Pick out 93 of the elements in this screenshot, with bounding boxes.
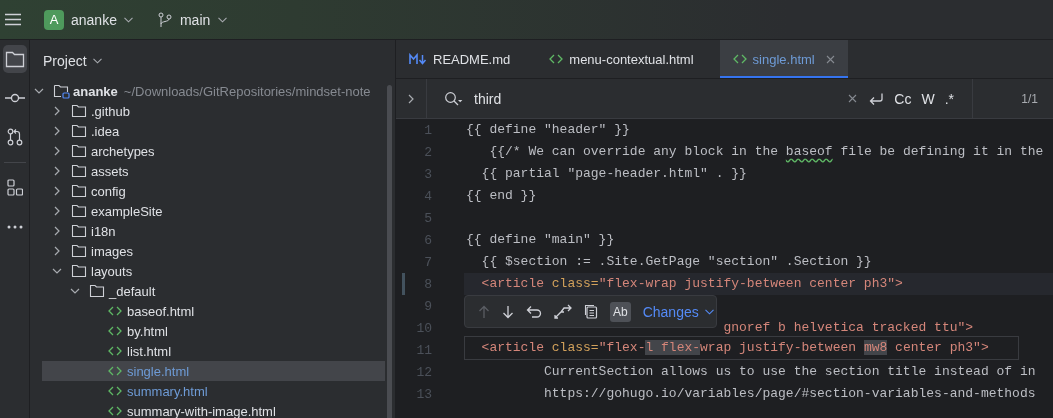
code-line: gnoref b helvetica tracked ttu"> — [722, 319, 975, 337]
code-line: {{ partial "page-header.html" . }} — [480, 165, 748, 183]
search-field[interactable]: third Cc W .* — [427, 79, 973, 118]
tree-item[interactable]: exampleSite — [30, 201, 385, 221]
match-count: 1/1 — [1020, 91, 1039, 106]
branch-switcher[interactable]: main — [153, 5, 232, 34]
structure-icon[interactable] — [6, 179, 23, 197]
code-file-icon — [108, 346, 122, 356]
undo-icon[interactable] — [526, 304, 542, 319]
tree-item[interactable]: images — [30, 241, 385, 261]
path-label: ~/Downloads/GitRepositories/mindset-note — [123, 83, 371, 99]
return-arrow-icon[interactable] — [868, 91, 885, 106]
close-icon[interactable] — [848, 94, 858, 103]
folder-icon — [71, 144, 87, 158]
tree-item[interactable]: list.html — [30, 341, 385, 361]
code-file-icon — [108, 366, 122, 376]
folder-icon — [71, 124, 87, 138]
markdown-icon — [409, 53, 427, 65]
chevron-right-icon[interactable] — [53, 126, 61, 136]
search-option[interactable]: .* — [944, 90, 954, 107]
chevron-right-icon[interactable] — [53, 206, 61, 216]
folder-icon — [71, 244, 87, 258]
folder-icon — [89, 284, 105, 298]
caret-icon — [218, 16, 228, 23]
code-line: CurrentSection allows us to use the section title instead of in — [543, 363, 1037, 381]
chevron-right-icon[interactable] — [53, 246, 61, 256]
caret-icon — [92, 57, 102, 64]
code-file-icon — [732, 54, 747, 64]
more-icon[interactable] — [6, 225, 23, 229]
caret-icon — [704, 308, 714, 315]
chevron-down-icon[interactable] — [52, 267, 62, 275]
search-option[interactable]: Cc — [894, 90, 912, 107]
scrollbar-thumb[interactable] — [387, 85, 392, 418]
copy-icon[interactable] — [584, 304, 598, 319]
search-icon[interactable] — [444, 90, 463, 107]
chevron-right-icon[interactable] — [53, 186, 61, 196]
tree-item[interactable]: assets — [30, 161, 385, 181]
editor-tab[interactable]: single.html — [719, 40, 848, 78]
folder-icon — [71, 224, 87, 238]
tree-item[interactable]: i18n — [30, 221, 385, 241]
changes-dropdown[interactable]: Changes — [642, 303, 714, 320]
code-line: https://gohugo.io/variables/page/#section-variables-and-methods — [543, 385, 1037, 403]
project-avatar: A — [44, 9, 64, 30]
folder-icon — [71, 104, 87, 118]
merge-arrows-icon[interactable] — [554, 303, 572, 320]
tree-item[interactable]: by.html — [30, 321, 385, 341]
editor-tab[interactable]: menu-contextual.html — [536, 40, 720, 78]
caret-icon — [123, 16, 133, 23]
code-file-icon — [108, 306, 122, 316]
panel-title[interactable]: Project — [43, 52, 102, 69]
tree-item[interactable]: config — [30, 181, 385, 201]
code-file-icon — [108, 386, 122, 396]
search-option[interactable]: W — [921, 90, 935, 107]
code-line: {{ define "main" }} — [465, 231, 616, 249]
tool-window-button[interactable] — [2, 45, 27, 73]
tree-item[interactable]: baseof.html — [30, 301, 385, 321]
chevron-down-icon[interactable] — [70, 287, 80, 295]
pull-request-icon[interactable] — [6, 128, 23, 146]
chevron-down-icon[interactable] — [34, 87, 44, 95]
highlight-toggle[interactable]: Ab — [610, 301, 631, 322]
project-folder-icon — [52, 83, 70, 99]
chevron-right-icon[interactable] — [53, 106, 61, 116]
tree-item[interactable]: ananke ~/Downloads/GitRepositories/mindset-note — [30, 81, 385, 101]
code-line: {{ end }} — [465, 187, 538, 205]
chevron-right-icon[interactable] — [407, 93, 415, 104]
project-switcher[interactable]: A ananke — [40, 5, 137, 34]
menu-icon[interactable] — [5, 13, 21, 26]
tree-item[interactable]: _default — [30, 281, 385, 301]
chevron-right-icon[interactable] — [53, 226, 61, 236]
tree-item[interactable]: .idea — [30, 121, 385, 141]
code-file-icon — [108, 406, 122, 416]
chevron-right-icon[interactable] — [53, 166, 61, 176]
folder-icon[interactable] — [4, 50, 25, 68]
close-icon[interactable] — [825, 54, 835, 64]
folder-icon — [71, 164, 87, 178]
tree-item[interactable]: layouts — [30, 261, 385, 281]
tree-item[interactable]: summary-with-image.html — [30, 401, 385, 418]
commit-icon[interactable] — [4, 93, 25, 103]
tree-item[interactable]: .github — [30, 101, 385, 121]
tree-item[interactable]: archetypes — [30, 141, 385, 161]
editor-tab[interactable]: README.md — [396, 40, 537, 78]
chevron-right-icon[interactable] — [53, 146, 61, 156]
code-file-icon — [108, 326, 122, 336]
code-line: {{/* We can override any block in the baseof file be defining it in the — [488, 143, 1045, 161]
folder-icon — [71, 264, 87, 278]
tree-item[interactable]: summary.html — [30, 381, 385, 401]
arrow-down-icon[interactable] — [502, 304, 514, 319]
branch-icon[interactable] — [157, 11, 172, 28]
code-line: {{ $section := .Site.GetPage "section" .Section }} — [480, 253, 873, 271]
code-line: {{ define "header" }} — [465, 121, 631, 139]
folder-icon — [71, 204, 87, 218]
code-file-icon — [549, 54, 564, 64]
folder-icon — [71, 184, 87, 198]
